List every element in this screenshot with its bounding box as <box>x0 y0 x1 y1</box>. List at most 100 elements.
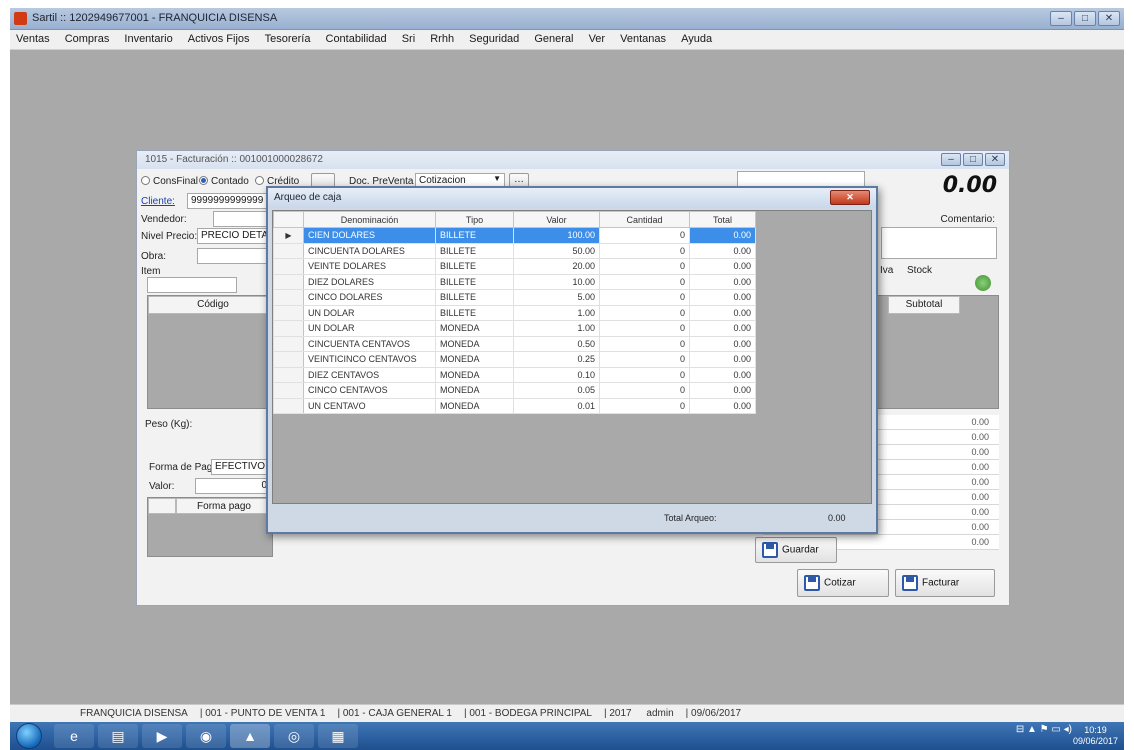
menu-seguridad[interactable]: Seguridad <box>463 30 525 45</box>
ie-icon[interactable]: e <box>54 724 94 748</box>
menu-contabilidad[interactable]: Contabilidad <box>320 30 393 45</box>
arqueo-row[interactable]: CINCUENTA DOLARES BILLETE 50.00 0 0.00 <box>273 242 756 259</box>
col-denominacion-header[interactable]: Denominación <box>303 211 436 228</box>
col-valor-header[interactable]: Valor <box>513 211 600 228</box>
minimize-button[interactable]: – <box>1050 11 1072 26</box>
col-codigo-header[interactable]: Código <box>148 296 278 314</box>
col-total-header[interactable]: Total <box>689 211 756 228</box>
row-selector[interactable] <box>273 242 304 259</box>
cell-cantidad[interactable]: 0 <box>599 335 690 352</box>
cell-cantidad[interactable]: 0 <box>599 242 690 259</box>
invoice-maximize-button[interactable]: □ <box>963 153 983 166</box>
arqueo-close-button[interactable]: ✕ <box>830 190 870 205</box>
menu-ver[interactable]: Ver <box>583 30 612 45</box>
col-tipo-header[interactable]: Tipo <box>435 211 514 228</box>
status-bodega: 001 - BODEGA PRINCIPAL <box>469 708 592 719</box>
arqueo-row[interactable]: VEINTICINCO CENTAVOS MONEDA 0.25 0 0.00 <box>273 351 756 368</box>
contado-radio[interactable]: Contado <box>199 176 249 187</box>
row-selector[interactable] <box>273 320 304 337</box>
cliente-field[interactable]: 9999999999999 <box>187 193 267 209</box>
stock-label: Stock <box>907 265 933 276</box>
menu-tesoreria[interactable]: Tesorería <box>259 30 317 45</box>
col-cantidad-header[interactable]: Cantidad <box>599 211 690 228</box>
cell-cantidad[interactable]: 0 <box>599 273 690 290</box>
menu-general[interactable]: General <box>528 30 579 45</box>
arqueo-dialog: Arqueo de caja ✕ Denominación Tipo Valor… <box>266 186 878 534</box>
cell-cantidad[interactable]: 0 <box>599 382 690 399</box>
row-selector[interactable] <box>273 397 304 414</box>
arqueo-row[interactable]: CINCUENTA CENTAVOS MONEDA 0.50 0 0.00 <box>273 335 756 352</box>
row-selector[interactable] <box>273 304 304 321</box>
arqueo-row[interactable]: CINCO DOLARES BILLETE 5.00 0 0.00 <box>273 289 756 306</box>
arqueo-row[interactable]: CINCO CENTAVOS MONEDA 0.05 0 0.00 <box>273 382 756 399</box>
invoice-close-button[interactable]: ✕ <box>985 153 1005 166</box>
folder-icon[interactable]: ▤ <box>98 724 138 748</box>
menu-ventas[interactable]: Ventas <box>10 30 56 45</box>
arqueo-row[interactable]: DIEZ DOLARES BILLETE 10.00 0 0.00 <box>273 273 756 290</box>
cell-cantidad[interactable]: 0 <box>599 351 690 368</box>
menu-ayuda[interactable]: Ayuda <box>675 30 718 45</box>
col-forma-pago-header[interactable]: Forma pago <box>176 498 272 514</box>
item-field[interactable] <box>147 277 237 293</box>
cell-cantidad[interactable]: 0 <box>599 258 690 275</box>
invoice-minimize-button[interactable]: – <box>941 153 961 166</box>
arqueo-row[interactable]: ▶ CIEN DOLARES BILLETE 100.00 0 0.00 <box>273 227 756 244</box>
media-center-icon[interactable]: ◎ <box>274 724 314 748</box>
row-selector[interactable] <box>273 273 304 290</box>
cell-denominacion: UN CENTAVO <box>303 397 436 414</box>
cotizar-button[interactable]: Cotizar <box>797 569 889 597</box>
row-selector[interactable] <box>273 382 304 399</box>
menu-sri[interactable]: Sri <box>396 30 421 45</box>
row-selector[interactable] <box>273 335 304 352</box>
guardar-button[interactable]: Guardar <box>755 537 837 563</box>
row-selector[interactable] <box>273 366 304 383</box>
row-selector[interactable] <box>273 351 304 368</box>
cell-cantidad[interactable]: 0 <box>599 397 690 414</box>
valor-field[interactable]: 0 <box>195 478 271 494</box>
sartil-app-icon[interactable]: ▲ <box>230 724 270 748</box>
chrome-icon[interactable]: ◉ <box>186 724 226 748</box>
cliente-link[interactable]: Cliente: <box>141 196 175 207</box>
menu-inventario[interactable]: Inventario <box>118 30 178 45</box>
cell-tipo: MONEDA <box>435 382 514 399</box>
cell-total: 0.00 <box>689 227 756 244</box>
start-button-icon[interactable] <box>16 723 42 749</box>
arqueo-row[interactable]: VEINTE DOLARES BILLETE 20.00 0 0.00 <box>273 258 756 275</box>
comentario-field[interactable] <box>881 227 997 259</box>
arqueo-row[interactable]: UN DOLAR BILLETE 1.00 0 0.00 <box>273 304 756 321</box>
system-tray[interactable]: ⊟ ▲ ⚑ ▭ ◂) <box>1016 724 1072 748</box>
menu-ventanas[interactable]: Ventanas <box>614 30 672 45</box>
arqueo-row[interactable]: UN CENTAVO MONEDA 0.01 0 0.00 <box>273 397 756 414</box>
row-selector[interactable]: ▶ <box>273 227 304 244</box>
arqueo-grid[interactable]: Denominación Tipo Valor Cantidad Total ▶… <box>272 210 872 504</box>
col-subtotal-header[interactable]: Subtotal <box>888 296 960 314</box>
menu-rrhh[interactable]: Rrhh <box>424 30 460 45</box>
menu-compras[interactable]: Compras <box>59 30 116 45</box>
cell-tipo: BILLETE <box>435 227 514 244</box>
clock[interactable]: 10:19 09/06/2017 <box>1073 725 1118 747</box>
cell-cantidad[interactable]: 0 <box>599 366 690 383</box>
row-selector[interactable] <box>273 289 304 306</box>
arqueo-row[interactable]: DIEZ CENTAVOS MONEDA 0.10 0 0.00 <box>273 366 756 383</box>
cell-cantidad[interactable]: 0 <box>599 304 690 321</box>
add-item-icon[interactable] <box>975 275 991 291</box>
media-player-icon[interactable]: ▶ <box>142 724 182 748</box>
menu-activos-fijos[interactable]: Activos Fijos <box>182 30 256 45</box>
obra-field[interactable] <box>197 248 271 264</box>
consfinal-radio[interactable]: ConsFinal <box>141 176 198 187</box>
nivel-precio-field[interactable]: PRECIO DETALLE <box>197 228 271 244</box>
notepad-icon[interactable]: ▦ <box>318 724 358 748</box>
arqueo-row[interactable]: UN DOLAR MONEDA 1.00 0 0.00 <box>273 320 756 337</box>
close-button[interactable]: ✕ <box>1098 11 1120 26</box>
cell-cantidad[interactable]: 0 <box>599 289 690 306</box>
payments-grid[interactable]: Forma pago <box>147 497 273 557</box>
arqueo-title: Arqueo de caja <box>274 192 342 203</box>
row-selector[interactable] <box>273 258 304 275</box>
maximize-button[interactable]: □ <box>1074 11 1096 26</box>
forma-pago-field[interactable]: EFECTIVO <box>211 459 271 475</box>
facturar-button[interactable]: Facturar <box>895 569 995 597</box>
cell-cantidad[interactable]: 0 <box>599 227 690 244</box>
cell-denominacion: CINCO DOLARES <box>303 289 436 306</box>
vendedor-field[interactable] <box>213 211 273 227</box>
cell-cantidad[interactable]: 0 <box>599 320 690 337</box>
